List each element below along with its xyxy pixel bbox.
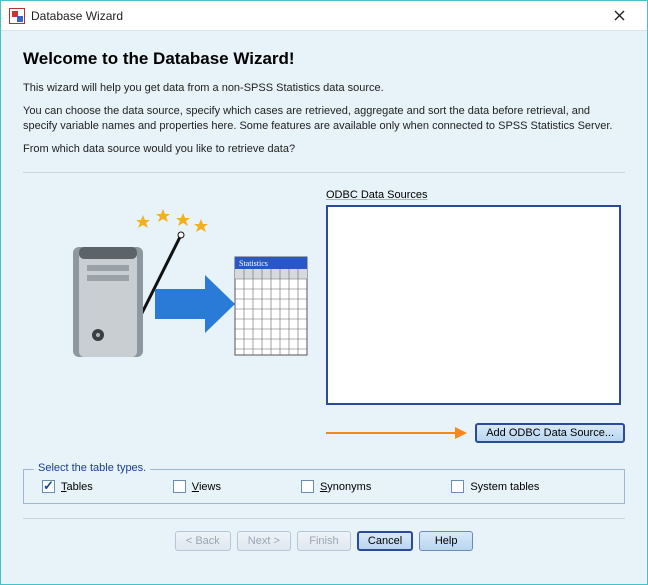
add-data-source-row: Add ODBC Data Source... <box>326 423 625 443</box>
checkbox-system-tables[interactable]: System tables <box>451 480 539 493</box>
data-source-column: ODBC Data Sources Add ODBC Data Source..… <box>326 189 625 443</box>
cancel-button[interactable]: Cancel <box>357 531 413 551</box>
divider <box>23 172 625 173</box>
checkbox-label: Tables <box>61 481 93 493</box>
content-area: Welcome to the Database Wizard! This wiz… <box>1 31 647 584</box>
annotation-arrow <box>326 426 467 440</box>
app-icon <box>9 8 25 24</box>
checkbox-icon <box>173 480 186 493</box>
main-row: Statistics <box>23 189 625 443</box>
finish-button[interactable]: Finish <box>297 531 351 551</box>
back-button[interactable]: < Back <box>175 531 231 551</box>
close-button[interactable] <box>599 2 639 30</box>
checkbox-views[interactable]: Views <box>173 480 221 493</box>
illustration-table-header: Statistics <box>239 259 268 268</box>
dialog-window: Database Wizard Welcome to the Database … <box>0 0 648 585</box>
next-button[interactable]: Next > <box>237 531 291 551</box>
checkbox-label: Views <box>192 481 221 493</box>
close-icon <box>614 10 625 21</box>
intro-text-1: This wizard will help you get data from … <box>23 81 625 96</box>
titlebar: Database Wizard <box>1 1 647 31</box>
data-source-label: ODBC Data Sources <box>326 189 625 201</box>
add-odbc-data-source-button[interactable]: Add ODBC Data Source... <box>475 423 625 443</box>
checkbox-synonyms[interactable]: Synonyms <box>301 480 371 493</box>
illustration: Statistics <box>23 189 308 367</box>
data-source-listbox[interactable] <box>326 205 621 405</box>
table-types-group: Select the table types. Tables Views Syn… <box>23 469 625 504</box>
prompt-text: From which data source would you like to… <box>23 142 625 157</box>
table-types-legend: Select the table types. <box>34 462 150 474</box>
checkbox-label: System tables <box>470 481 539 493</box>
checkbox-label: Synonyms <box>320 481 371 493</box>
intro-text-2: You can choose the data source, specify … <box>23 104 625 134</box>
window-title: Database Wizard <box>31 9 599 23</box>
wizard-footer: < Back Next > Finish Cancel Help <box>23 518 625 567</box>
page-heading: Welcome to the Database Wizard! <box>23 49 625 69</box>
checkbox-tables[interactable]: Tables <box>42 480 93 493</box>
checkbox-icon <box>301 480 314 493</box>
checkbox-icon <box>451 480 464 493</box>
checkbox-icon <box>42 480 55 493</box>
help-button[interactable]: Help <box>419 531 473 551</box>
